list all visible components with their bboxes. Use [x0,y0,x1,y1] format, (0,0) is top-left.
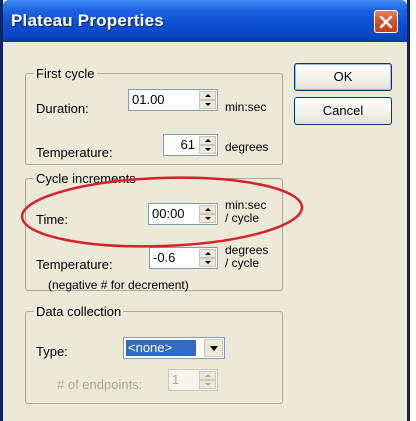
close-icon [379,15,393,29]
duration-unit: min:sec [225,100,267,114]
spin-up-icon[interactable] [199,91,216,100]
endpoints-spinner[interactable]: 1 [168,369,218,391]
spin-up-icon[interactable] [199,136,216,145]
type-dropdown[interactable]: <none> [123,337,225,359]
increment-temperature-value: -0.6 [153,250,176,265]
spin-down-icon[interactable] [199,214,216,223]
spin-down-icon[interactable] [199,145,216,154]
close-button[interactable] [374,10,398,33]
first-cycle-legend: First cycle [34,66,97,81]
title-bar[interactable]: Plateau Properties [3,0,407,42]
spin-up-icon[interactable] [199,205,216,214]
spin-down-icon[interactable] [199,258,216,267]
duration-value: 01.00 [132,92,165,107]
time-spinner[interactable]: 00:00 [148,203,218,225]
endpoints-value: 1 [172,372,180,387]
increment-temperature-spinner[interactable]: -0.6 [149,247,218,269]
time-label: Time: [36,212,69,227]
first-temperature-label: Temperature: [36,145,113,160]
data-collection-legend: Data collection [34,304,124,319]
cycle-increments-group: Cycle increments [25,171,283,291]
first-temperature-value: 61 [180,137,195,152]
type-label: Type: [36,344,68,359]
increment-temperature-unit-line2: / cycle [225,256,260,270]
decrement-hint: (negative # for decrement) [48,278,189,292]
cancel-button[interactable]: Cancel [294,97,392,125]
type-selected-value: <none> [126,340,196,356]
plateau-properties-dialog: Plateau Properties OK Cancel First cycle… [0,0,410,421]
first-temperature-spinner[interactable]: 61 [163,134,218,156]
spin-up-icon[interactable] [199,249,216,258]
cycle-increments-legend: Cycle increments [34,171,138,186]
first-temperature-unit: degrees [225,140,269,154]
duration-label: Duration: [36,101,89,116]
endpoints-label: # of endpoints: [57,377,143,392]
spin-down-icon[interactable] [199,100,216,109]
spin-down-icon[interactable] [199,380,216,389]
time-value: 00:00 [152,206,185,221]
duration-spinner[interactable]: 01.00 [128,89,218,111]
spin-up-icon[interactable] [199,371,216,380]
chevron-down-icon[interactable] [204,339,223,357]
window-title: Plateau Properties [11,11,164,30]
increment-temperature-label: Temperature: [36,257,113,272]
time-unit-line2: / cycle [225,211,260,225]
ok-button[interactable]: OK [294,63,392,91]
